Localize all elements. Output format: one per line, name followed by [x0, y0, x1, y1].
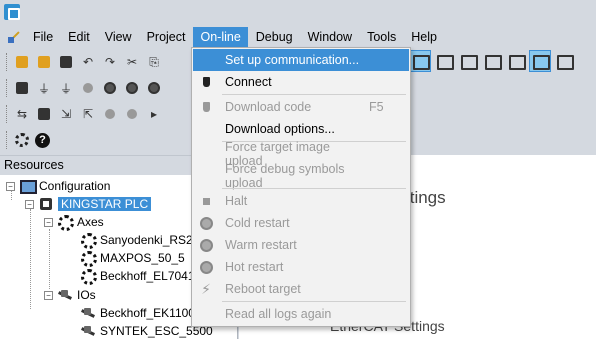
stop-icon[interactable]	[79, 79, 97, 97]
menu-item-halt[interactable]: Halt	[193, 190, 409, 212]
toolbar-grip[interactable]	[6, 53, 9, 71]
toolbar-grip[interactable]	[6, 79, 9, 97]
menu-separator	[222, 301, 406, 302]
tree-item-ios[interactable]: − IOs	[44, 286, 96, 304]
menu-separator	[222, 94, 406, 95]
tree-guide	[49, 229, 50, 289]
plug-icon	[193, 71, 219, 93]
tree-item-axis[interactable]: Beckhoff_EL7041	[80, 267, 195, 285]
toolbar-row-4: ?	[6, 128, 54, 152]
menu-item-cold-restart[interactable]: Cold restart	[193, 212, 409, 234]
menu-view[interactable]: View	[98, 27, 139, 47]
redo-icon[interactable]: ↷	[101, 53, 119, 71]
pause-icon[interactable]	[123, 105, 141, 123]
tree-item-plc[interactable]: − KINGSTAR PLC	[25, 195, 152, 213]
menu-debug[interactable]: Debug	[249, 27, 300, 47]
run-icon[interactable]	[101, 105, 119, 123]
view-layout-3-icon[interactable]	[458, 51, 478, 71]
collapse-icon[interactable]: −	[25, 199, 34, 209]
toolbar-grip[interactable]	[6, 105, 9, 123]
view-layout-7-icon[interactable]	[554, 51, 574, 71]
tree-item-configuration[interactable]: − Configuration	[6, 177, 110, 195]
step-into-icon[interactable]: ⇲	[57, 105, 75, 123]
menu-item-reboot-target[interactable]: ⚡ Reboot target	[193, 278, 409, 300]
menu-item-download-code[interactable]: Download code F5	[193, 96, 409, 118]
axis-gear-icon	[80, 268, 97, 285]
lightning-icon: ⚡	[201, 281, 211, 297]
copy-icon[interactable]: ⎘	[145, 53, 163, 71]
menu-item-force-debug-symbols-upload[interactable]: Force debug symbols upload	[193, 162, 409, 190]
menu-tools[interactable]: Tools	[360, 27, 403, 47]
menu-item-setup-communication[interactable]: Set up communication...	[193, 49, 409, 71]
help-icon[interactable]: ?	[35, 132, 50, 148]
next-icon[interactable]: ▸	[145, 105, 163, 123]
menu-item-warm-restart[interactable]: Warm restart	[193, 234, 409, 256]
menu-project[interactable]: Project	[140, 27, 193, 47]
view-layout-5-icon[interactable]	[506, 51, 526, 71]
tree-item-axes[interactable]: − Axes	[44, 213, 104, 231]
online-dropdown-menu: Set up communication... Connect Download…	[191, 47, 411, 327]
stop-square-icon	[193, 190, 219, 212]
new-icon[interactable]	[13, 53, 31, 71]
breakpoint-icon[interactable]	[35, 105, 53, 123]
configuration-icon	[19, 178, 37, 194]
menu-item-connect[interactable]: Connect	[193, 71, 409, 93]
view-layout-1-icon[interactable]	[409, 50, 431, 72]
axis-gear-icon	[80, 232, 97, 249]
hot-restart-icon	[193, 256, 219, 278]
plc-icon	[38, 196, 54, 212]
collapse-icon[interactable]: −	[44, 290, 53, 300]
wand-icon[interactable]	[6, 29, 22, 45]
io-icon	[57, 287, 73, 303]
collapse-icon[interactable]: −	[44, 217, 53, 227]
warm-restart-icon[interactable]	[123, 79, 141, 97]
open-icon[interactable]	[35, 53, 53, 71]
menu-item-download-options[interactable]: Download options...	[193, 118, 409, 140]
menu-help[interactable]: Help	[404, 27, 444, 47]
axes-gear-icon	[57, 214, 74, 231]
plug-download-icon	[193, 96, 219, 118]
tree-item-io[interactable]: Beckhoff_EK1100	[80, 304, 195, 322]
gear-icon[interactable]	[13, 131, 31, 149]
cold-restart-icon	[193, 212, 219, 234]
menu-edit[interactable]: Edit	[61, 27, 97, 47]
title-bar	[0, 0, 596, 26]
view-layout-2-icon[interactable]	[434, 51, 454, 71]
collapse-icon[interactable]: −	[6, 181, 15, 191]
build-icon[interactable]	[13, 79, 31, 97]
settings-heading: ttings	[405, 188, 446, 207]
menu-item-hot-restart[interactable]: Hot restart	[193, 256, 409, 278]
menu-separator	[222, 188, 406, 189]
toolbar-row-1: ↶ ↷ ✂ ⎘	[6, 50, 167, 74]
step-out-icon[interactable]: ⇱	[79, 105, 97, 123]
io-icon	[80, 323, 96, 339]
undo-icon[interactable]: ↶	[79, 53, 97, 71]
menu-online[interactable]: On-line	[193, 27, 248, 47]
view-layout-4-icon[interactable]	[482, 51, 502, 71]
step-icon[interactable]: ⇆	[13, 105, 31, 123]
plug-disconnect-icon[interactable]: ⏚	[57, 79, 75, 97]
save-icon[interactable]	[57, 53, 75, 71]
toolbar-row-3: ⇆ ⇲ ⇱ ▸	[6, 102, 167, 126]
menu-bar: File Edit View Project On-line Debug Win…	[0, 26, 596, 48]
app-icon	[4, 4, 20, 20]
hot-restart-icon[interactable]	[145, 79, 163, 97]
menu-window[interactable]: Window	[301, 27, 359, 47]
plug-icon[interactable]: ⏚	[35, 79, 53, 97]
view-layout-6-icon[interactable]	[529, 50, 551, 72]
tree-item-axis[interactable]: MAXPOS_50_5	[80, 249, 185, 267]
cold-restart-icon[interactable]	[101, 79, 119, 97]
menu-item-read-all-logs-again[interactable]: Read all logs again	[193, 303, 409, 325]
view-toolbar	[409, 50, 578, 72]
tree-guide	[30, 209, 31, 309]
axis-gear-icon	[80, 250, 97, 267]
toolbar-row-2: ⏚ ⏚	[6, 76, 167, 100]
toolbar-grip[interactable]	[6, 131, 9, 149]
warm-restart-icon	[193, 234, 219, 256]
menu-file[interactable]: File	[26, 27, 60, 47]
cut-icon[interactable]: ✂	[123, 53, 141, 71]
tree-item-axis[interactable]: Sanyodenki_RS2	[80, 231, 193, 249]
io-icon	[80, 305, 96, 321]
